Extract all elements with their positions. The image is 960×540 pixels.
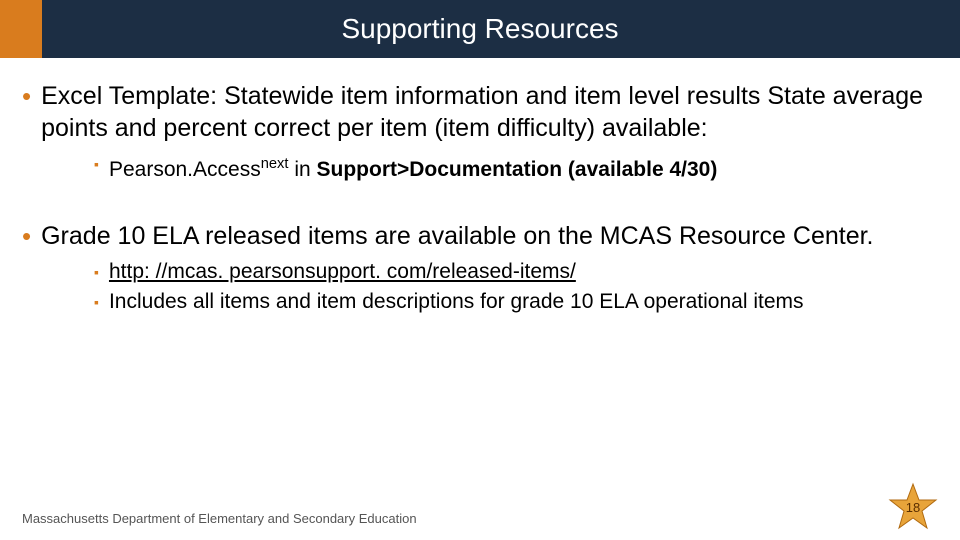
square-bullet-icon: ▪ bbox=[94, 258, 99, 286]
square-bullet-icon: ▪ bbox=[94, 150, 99, 184]
bullet-icon: • bbox=[22, 220, 31, 252]
sub-item: ▪ Includes all items and item descriptio… bbox=[94, 288, 938, 316]
sub-list: ▪ http: //mcas. pearsonsupport. com/rele… bbox=[94, 258, 938, 316]
square-bullet-icon: ▪ bbox=[94, 288, 99, 316]
bullet-text: Grade 10 ELA released items are availabl… bbox=[41, 220, 873, 252]
sub-list: ▪ Pearson.Accessnext in Support>Document… bbox=[94, 150, 938, 184]
bullet-item: • Excel Template: Statewide item informa… bbox=[22, 80, 938, 144]
bullet-icon: • bbox=[22, 80, 31, 144]
page-number-star: 18 bbox=[888, 482, 938, 532]
sub-text-link[interactable]: http: //mcas. pearsonsupport. com/releas… bbox=[109, 258, 576, 286]
sub-bold: Support>Documentation (available 4/30) bbox=[317, 158, 718, 181]
accent-block bbox=[0, 0, 42, 58]
title-bar: Supporting Resources bbox=[0, 0, 960, 58]
link-text[interactable]: http: //mcas. pearsonsupport. com/releas… bbox=[109, 260, 576, 283]
page-number: 18 bbox=[906, 500, 920, 515]
sub-prefix: Pearson.Access bbox=[109, 158, 261, 181]
sub-item: ▪ http: //mcas. pearsonsupport. com/rele… bbox=[94, 258, 938, 286]
footer-text: Massachusetts Department of Elementary a… bbox=[22, 511, 417, 526]
sub-text: Pearson.Accessnext in Support>Documentat… bbox=[109, 150, 717, 184]
slide-title: Supporting Resources bbox=[341, 13, 618, 45]
sub-item: ▪ Pearson.Accessnext in Support>Document… bbox=[94, 150, 938, 184]
content-area: • Excel Template: Statewide item informa… bbox=[0, 58, 960, 316]
sub-mid: in bbox=[288, 158, 316, 181]
bullet-text: Excel Template: Statewide item informati… bbox=[41, 80, 938, 144]
sub-superscript: next bbox=[261, 156, 289, 172]
bullet-item: • Grade 10 ELA released items are availa… bbox=[22, 220, 938, 252]
sub-text: Includes all items and item descriptions… bbox=[109, 288, 804, 316]
